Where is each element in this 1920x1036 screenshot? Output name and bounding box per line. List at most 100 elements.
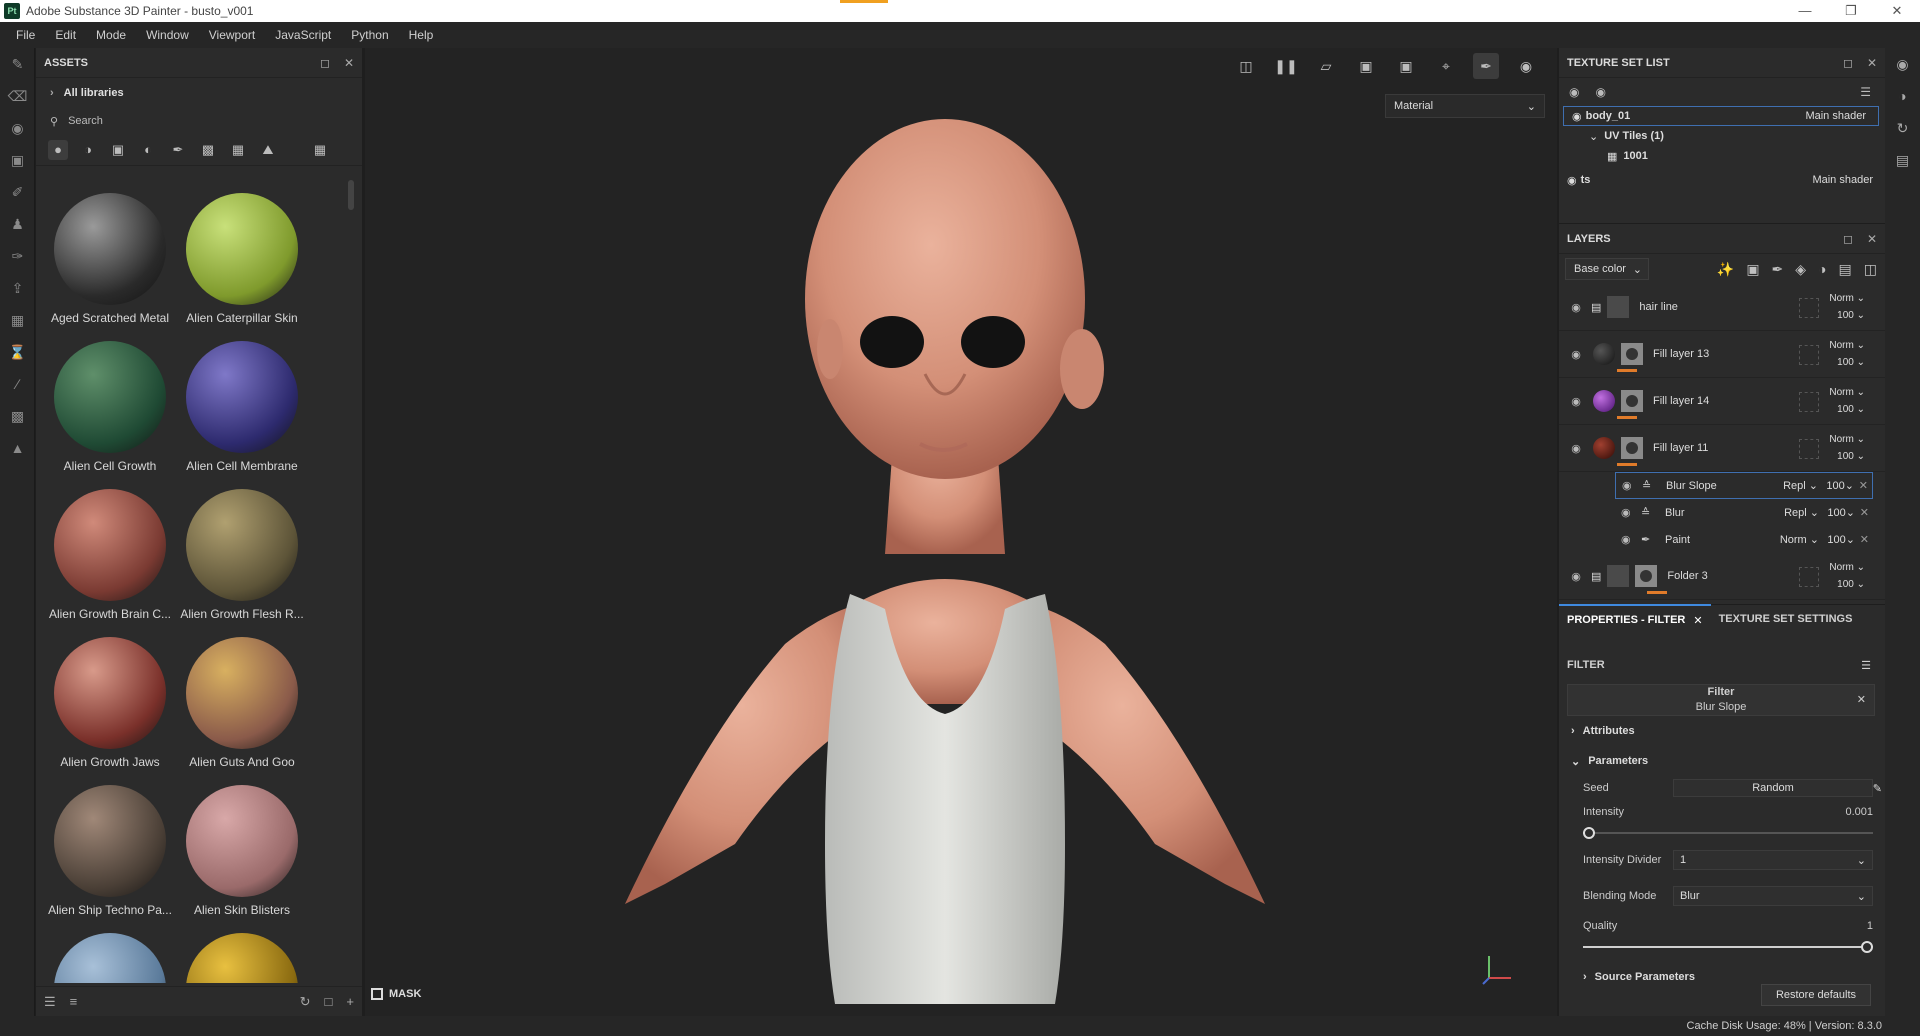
eye-icon[interactable]: ◉ (1565, 348, 1587, 361)
uv-tiles-row[interactable]: ⌄ UV Tiles (1) (1559, 126, 1885, 146)
quality-value[interactable]: 1 (1867, 920, 1873, 932)
asset-tile[interactable]: Alien Skin Blisters (176, 775, 308, 923)
asset-tile[interactable]: Alien Guts And Goo (176, 627, 308, 775)
display-settings-icon[interactable]: ▩ (0, 400, 35, 432)
texture-set-row[interactable]: ◉ body_01 Main shader (1563, 106, 1879, 126)
tab-texture-set-settings[interactable]: TEXTURE SET SETTINGS (1711, 604, 1861, 634)
asset-tile[interactable]: Aged Scratched Metal (44, 183, 176, 331)
eye-icon[interactable]: ◉ (1595, 85, 1605, 99)
opacity[interactable]: 100 (1837, 579, 1854, 590)
effect-row[interactable]: ◉ ≙ Blur Repl ⌄ 100⌄ ✕ (1615, 499, 1873, 526)
asset-tile[interactable]: Alien Growth Jaws (44, 627, 176, 775)
blend-mode[interactable]: Repl (1783, 480, 1806, 492)
menu-help[interactable]: Help (399, 28, 444, 42)
effect-row[interactable]: ◉ ✒ Paint Norm ⌄ 100⌄ ✕ (1615, 526, 1873, 553)
textures-filter-icon[interactable]: ▦ (228, 140, 248, 160)
opacity[interactable]: 100 (1837, 451, 1854, 462)
blend-mode[interactable]: Norm (1829, 387, 1853, 398)
effect-blend[interactable]: Repl ⌄ (1783, 479, 1818, 492)
projection-icon[interactable]: ◉ (0, 112, 35, 144)
intensity-value[interactable]: 0.001 (1845, 806, 1873, 818)
remove-icon[interactable]: ✕ (1860, 506, 1869, 519)
effect-row[interactable]: ◉ ≙ Blur Slope Repl ⌄ 100⌄ ✕ (1615, 472, 1873, 499)
materials-filter-icon[interactable]: ● (48, 139, 68, 160)
opacity[interactable]: 100 (1837, 404, 1854, 415)
effect-opacity[interactable]: 100⌄ (1827, 506, 1855, 519)
hide-icon[interactable]: ◫ (1233, 53, 1259, 79)
eraser-icon[interactable]: ⌫ (0, 80, 35, 112)
masks-filter-icon[interactable]: ▣ (108, 140, 128, 160)
eye-icon[interactable]: ◉ (1622, 479, 1642, 492)
menu-python[interactable]: Python (341, 28, 398, 42)
slider-handle[interactable] (1861, 941, 1873, 953)
close-window-button[interactable]: ✕ (1874, 0, 1920, 22)
menu-icon[interactable]: ☰ (1861, 659, 1871, 672)
channel-select[interactable]: Base color ⌄ (1565, 258, 1649, 280)
attributes-section[interactable]: › Attributes (1559, 716, 1885, 746)
blend-mode[interactable]: Norm (1829, 340, 1853, 351)
layer-row[interactable]: ◉ Fill layer 14 Norm ⌄ 100 ⌄ (1559, 378, 1885, 425)
smart-materials-filter-icon[interactable]: ◑ (78, 140, 98, 160)
tab-properties-filter[interactable]: PROPERTIES - FILTER ✕ (1559, 604, 1711, 634)
undock-icon[interactable]: ◻ (1843, 232, 1853, 246)
mask-toggle[interactable]: MASK (371, 988, 421, 1000)
filter-resource[interactable]: Filter Blur Slope ✕ (1567, 684, 1875, 716)
pause-icon[interactable]: ❚❚ (1273, 53, 1299, 79)
assets-scrollbar[interactable] (348, 180, 354, 210)
eye-icon[interactable]: ◉ (1565, 395, 1587, 408)
slider-handle[interactable] (1583, 827, 1595, 839)
add-icon[interactable]: + (346, 994, 354, 1009)
environments-filter-icon[interactable]: ⛰ (258, 140, 278, 160)
intensity-slider[interactable] (1583, 824, 1873, 842)
asset-tile[interactable] (44, 923, 176, 983)
eye-icon[interactable]: ◉ (1567, 174, 1577, 187)
blend-mode[interactable]: Norm (1829, 293, 1853, 304)
add-folder-icon[interactable]: ▤ (1839, 261, 1852, 278)
menu-icon[interactable]: ☰ (1860, 85, 1871, 99)
add-paint-layer-icon[interactable]: ✒ (1772, 261, 1784, 278)
clone-icon[interactable]: ✐ (0, 176, 35, 208)
close-icon[interactable]: ✕ (1867, 56, 1877, 70)
asset-tile[interactable] (176, 923, 308, 983)
viewport[interactable]: ◫ ❚❚ ▱ ▣ ▣ ⌖ ✒ ◉ Material ⌄ MASK (365, 48, 1557, 1016)
menu-file[interactable]: File (6, 28, 45, 42)
search-input[interactable]: Search (68, 115, 103, 127)
uv-tile-row[interactable]: ▦ 1001 (1559, 146, 1885, 166)
layer-blend[interactable]: Norm ⌄ 100 ⌄ (1829, 559, 1865, 593)
opacity[interactable]: 100 (1837, 310, 1854, 321)
sort-icon[interactable]: ≡ (70, 994, 78, 1009)
asset-tile[interactable]: Alien Growth Brain C... (44, 479, 176, 627)
grid-view-icon[interactable]: ▦ (310, 140, 330, 160)
layer-row[interactable]: ◉ Fill layer 11 Norm ⌄ 100 ⌄ (1559, 425, 1885, 472)
picker-icon[interactable]: ✑ (0, 240, 35, 272)
display-icon[interactable]: ◑ (1885, 80, 1920, 112)
menu-window[interactable]: Window (136, 28, 199, 42)
layer-blend[interactable]: Norm ⌄ 100 ⌄ (1829, 431, 1865, 465)
close-icon[interactable]: ✕ (344, 56, 354, 70)
parameters-section[interactable]: ⌄ Parameters (1559, 746, 1885, 776)
filter-list-icon[interactable]: ☰ (44, 994, 56, 1010)
screenshot-icon[interactable]: ◉ (1513, 53, 1539, 79)
menu-edit[interactable]: Edit (45, 28, 86, 42)
minimize-button[interactable]: — (1782, 0, 1828, 22)
effect-opacity[interactable]: 100⌄ (1826, 479, 1854, 492)
brushes-filter-icon[interactable]: ✒ (168, 140, 188, 160)
asset-tile[interactable]: Alien Ship Techno Pa... (44, 775, 176, 923)
texture-set-row[interactable]: ◉ ts Main shader (1559, 170, 1885, 190)
eye-icon[interactable]: ◉ (1565, 301, 1587, 314)
folder-icon[interactable]: □ (325, 994, 333, 1009)
close-icon[interactable]: ✕ (1867, 232, 1877, 246)
asset-tile[interactable]: Alien Caterpillar Skin (176, 183, 308, 331)
asset-tile[interactable]: Alien Growth Flesh R... (176, 479, 308, 627)
asset-tile[interactable]: Alien Cell Growth (44, 331, 176, 479)
close-icon[interactable]: ✕ (1857, 693, 1866, 708)
selection-icon[interactable]: ▱ (1313, 53, 1339, 79)
delete-icon[interactable]: ◫ (1864, 261, 1877, 278)
seed-random-button[interactable]: Random ✎ (1673, 779, 1882, 797)
layer-blend[interactable]: Norm ⌄ 100 ⌄ (1829, 337, 1865, 371)
path-icon[interactable]: ∕ (0, 368, 35, 400)
particles-filter-icon[interactable]: ▩ (198, 140, 218, 160)
add-effect-icon[interactable]: ✨ (1717, 261, 1734, 278)
quality-slider[interactable] (1583, 938, 1873, 956)
eye-icon[interactable]: ◉ (1572, 110, 1582, 123)
